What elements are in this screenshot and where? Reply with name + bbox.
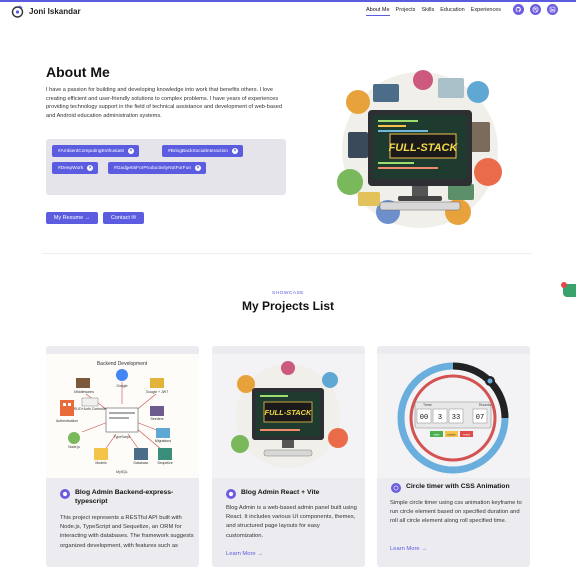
timer-rounds: 07 <box>476 414 484 422</box>
project-title-text: Blog Admin React + Vite <box>241 489 320 496</box>
remove-tag-icon[interactable]: × <box>232 148 238 154</box>
top-accent-bar <box>0 0 576 2</box>
tag-label: #BringBackSocialInteraction <box>168 148 228 154</box>
tag-chip[interactable]: #AmbientComputingEnthusiast × <box>52 145 139 157</box>
brand[interactable]: Joni Iskandar <box>11 5 81 18</box>
timer-pause-button: pause <box>447 433 456 437</box>
tag-list: #AmbientComputingEnthusiast × #BringBack… <box>46 139 286 195</box>
tag-label: #AmbientComputingEnthusiast <box>58 148 124 154</box>
github-icon[interactable] <box>513 4 524 15</box>
linkedin-icon[interactable] <box>547 4 558 15</box>
card-screen-text: FULL-STACK <box>265 408 313 417</box>
project-card[interactable]: Backend Development Google Middlewares G… <box>46 346 199 567</box>
diagram-node: Node.js <box>68 445 80 449</box>
github-icon[interactable] <box>60 489 70 499</box>
section-eyebrow: SHOWCASE <box>272 291 304 296</box>
project-card[interactable]: FULL-STACK Blog Admin React + Vite Blog … <box>212 346 365 567</box>
brand-name: Joni Iskandar <box>29 7 81 16</box>
timer-start-button: start <box>434 433 440 437</box>
nav-link-education[interactable]: Education <box>440 7 464 16</box>
remove-tag-icon[interactable]: × <box>87 165 94 171</box>
section-divider <box>42 253 532 254</box>
diagram-node: Google <box>116 384 127 388</box>
timer-head-left: Timer <box>423 403 433 407</box>
about-description: I have a passion for building and develo… <box>46 87 283 119</box>
social-icons <box>513 4 558 15</box>
tag-label: #GadgetIsForProductivityNotForFun <box>114 165 192 171</box>
tag-label: #DeepWork <box>58 165 84 171</box>
diagram-node: Google + JWT <box>146 390 169 394</box>
project-title: Blog Admin Backend-express-typescript <box>60 489 192 506</box>
tag-chip[interactable]: #DeepWork × <box>52 162 99 174</box>
github-icon[interactable] <box>226 489 236 499</box>
project-card[interactable]: Timer Rounds 00 3 33 07 start pause rese… <box>377 346 530 567</box>
project-title-text: Blog Admin Backend-express-typescript <box>75 489 174 505</box>
notification-dot <box>561 282 567 288</box>
diagram-title: Backend Development <box>97 361 148 367</box>
learn-more-link[interactable]: Learn More → <box>226 551 263 557</box>
nav-link-experiences[interactable]: Experiences <box>471 7 501 16</box>
project-title-text: Circle timer with CSS Animation <box>406 483 510 490</box>
project-image: Backend Development Google Middlewares G… <box>46 354 199 478</box>
diagram-node: Migrations <box>155 439 171 443</box>
diagram-node: Seeders <box>150 417 163 421</box>
learn-more-link[interactable]: Learn More → <box>390 546 427 552</box>
diagram-node: Sequelize <box>157 461 172 465</box>
project-image: Timer Rounds 00 3 33 07 start pause rese… <box>377 354 530 478</box>
resume-button[interactable]: My Resume → <box>46 212 98 224</box>
timer-head-right: Rounds <box>479 403 491 407</box>
remove-tag-icon[interactable]: × <box>127 148 134 154</box>
diagram-node: MySQL <box>116 470 128 474</box>
hero-illustration: FULL-STACK <box>337 70 502 228</box>
diagram-node: CRUD+Auth Controllers <box>71 407 108 411</box>
timer-minutes: 3 <box>438 414 442 422</box>
timer-reset-button: reset <box>463 433 470 437</box>
nav-link-skills[interactable]: Skills <box>421 7 434 16</box>
project-description: Simple circle timer using css animation … <box>390 500 522 525</box>
diagram-node: Authentication <box>56 419 78 423</box>
diagram-node: Database <box>134 461 149 465</box>
dribbble-icon[interactable] <box>530 4 541 15</box>
remove-tag-icon[interactable]: × <box>195 165 202 171</box>
project-description: Blog Admin is a web-based admin panel bu… <box>226 505 357 539</box>
diagram-node: Models <box>95 461 107 465</box>
project-title: Circle timer with CSS Animation <box>391 483 527 493</box>
timer-hours: 00 <box>420 414 428 422</box>
project-image: FULL-STACK <box>212 354 365 478</box>
contact-button[interactable]: Contact ✉ <box>103 212 144 224</box>
diagram-node: Middlewares <box>74 390 94 394</box>
diagram-node: TypeScript <box>114 435 131 439</box>
nav-links: About Me Projects Skills Education Exper… <box>366 7 501 16</box>
tag-chip[interactable]: #BringBackSocialInteraction × <box>162 145 243 157</box>
tag-chip[interactable]: #GadgetIsForProductivityNotForFun × <box>108 162 207 174</box>
timer-icon[interactable] <box>391 483 401 493</box>
brand-logo-icon <box>11 5 24 18</box>
project-description: This project represents a RESTful API bu… <box>60 515 194 549</box>
hero-screen-text: FULL-STACK <box>389 142 459 154</box>
nav-link-about[interactable]: About Me <box>366 7 390 16</box>
projects-title: My Projects List <box>241 299 335 313</box>
timer-seconds: 33 <box>452 414 460 422</box>
project-title: Blog Admin React + Vite <box>226 489 358 499</box>
nav-link-projects[interactable]: Projects <box>396 7 416 16</box>
about-title: About Me <box>46 64 110 80</box>
